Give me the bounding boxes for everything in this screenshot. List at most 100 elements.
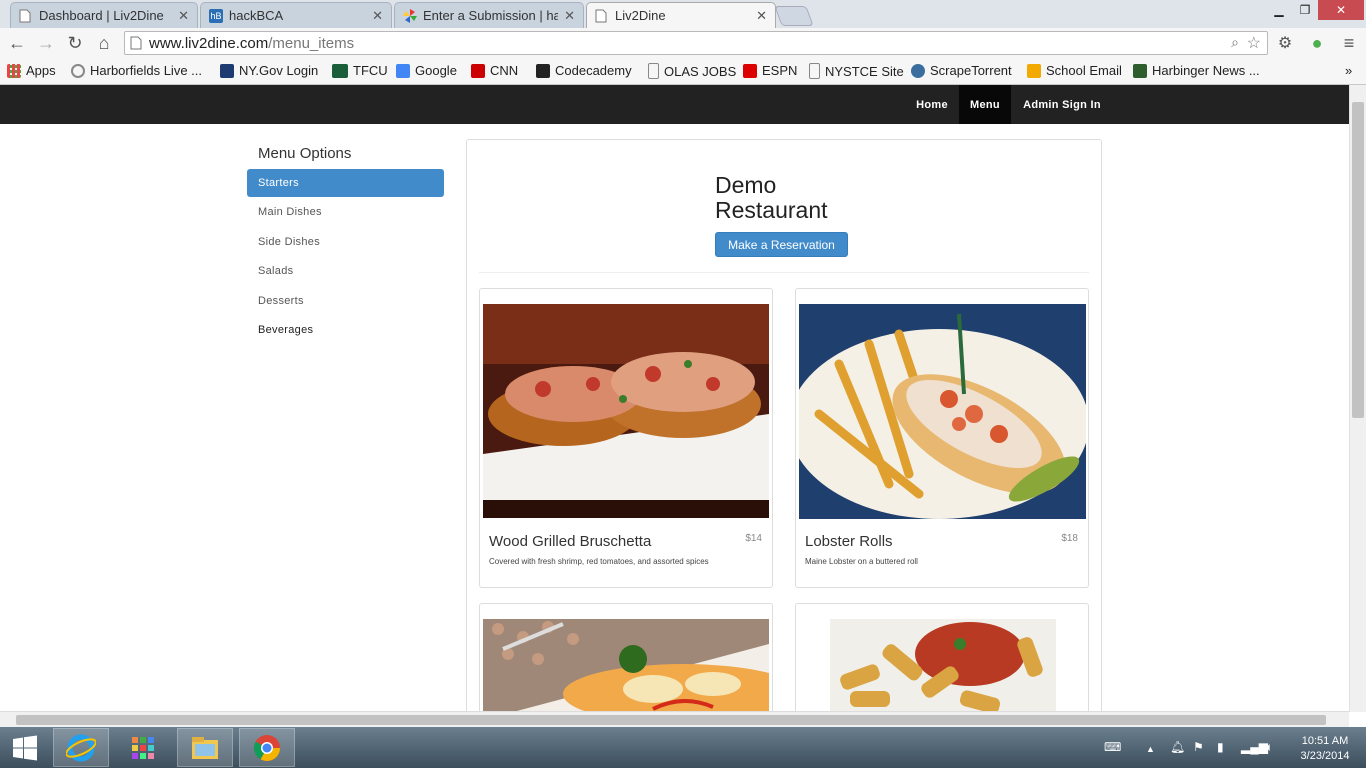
close-icon[interactable]: ✕ [756,8,767,24]
home-button[interactable]: ⌂ [93,32,115,54]
menu-item-name: Wood Grilled Bruschetta [489,533,652,550]
sidebar-item-beverages[interactable]: Beverages [247,316,444,344]
close-icon[interactable]: ✕ [372,8,383,24]
bookmarks-overflow-icon[interactable]: » [1345,63,1352,78]
bookmark-google[interactable]: Google [396,63,457,78]
keyboard-icon[interactable]: ⌨ [1104,740,1121,754]
store-icon[interactable] [115,728,171,767]
espn-icon [743,63,757,78]
sidebar-item-salads[interactable]: Salads [247,257,444,285]
volume-icon[interactable]: 🔈︎ [1266,740,1273,755]
extension-icon[interactable]: ⚙ [1274,32,1296,54]
windows-taskbar [0,727,1366,768]
taskbar-clock[interactable]: 10:51 AM 3/23/2014 [1290,734,1360,764]
network-icon[interactable]: ▂▄▆ [1241,740,1268,754]
sidebar-title: Menu Options [258,145,352,162]
chrome-icon[interactable] [239,728,295,767]
menu-item-name: Lobster Rolls [805,533,893,550]
email-icon [1027,63,1041,78]
divider [479,272,1089,273]
site-navbar: Home Menu Admin Sign In [0,85,1349,124]
tfcu-icon [332,63,348,78]
flag-icon[interactable]: ⚑ [1193,740,1204,754]
sidebar-item-main-dishes[interactable]: Main Dishes [247,198,444,226]
nav-home[interactable]: Home [906,85,958,124]
url-host: www.liv2dine.com [149,34,269,52]
menu-item-card[interactable]: Wood Grilled Bruschetta $14 Covered with… [479,288,773,588]
new-tab-button[interactable] [774,6,814,26]
nav-menu[interactable]: Menu [959,85,1011,124]
make-reservation-button[interactable]: Make a Reservation [715,232,848,257]
tab-title: Liv2Dine [615,8,666,23]
menu-item-card[interactable]: Lobster Rolls $18 Maine Lobster on a but… [795,288,1089,588]
browser-tab-liv2dine[interactable]: Liv2Dine ✕ [586,2,776,28]
evernote-icon[interactable]: ● [1306,32,1328,54]
bookmark-espn[interactable]: ESPN [743,63,797,78]
browser-tab-hackbca[interactable]: hB hackBCA ✕ [200,2,392,28]
search-icon[interactable]: ⌕ [1231,34,1239,51]
page-icon [19,9,33,23]
sidebar-item-desserts[interactable]: Desserts [247,287,444,315]
menu-item-card[interactable] [795,603,1089,723]
show-hidden-icons[interactable]: ▲ [1146,744,1155,754]
bookmark-scrapetorrent[interactable]: ScrapeTorrent [911,63,1012,78]
loading-icon [71,63,85,78]
pinwheel-icon [403,8,417,23]
hf-icon [1133,63,1147,78]
browser-tab-dashboard[interactable]: Dashboard | Liv2Dine ✕ [10,2,198,28]
sidebar-item-starters[interactable]: Starters [247,169,444,197]
close-icon[interactable]: ✕ [178,8,189,24]
bookmark-cnn[interactable]: CNN [471,63,518,78]
bookmark-apps[interactable]: Apps [7,63,56,78]
bookmark-nygov[interactable]: NY.Gov Login [220,63,318,78]
page-icon [595,9,609,23]
menu-item-description: Maine Lobster on a buttered roll [805,557,918,566]
codecademy-icon [536,63,550,78]
bookmark-harborfields[interactable]: Harborfields Live ... [71,63,202,78]
menu-item-description: Covered with fresh shrimp, red tomatoes,… [489,557,709,566]
nav-admin-sign-in[interactable]: Admin Sign In [1013,85,1111,124]
horizontal-scroll-thumb[interactable] [16,715,1326,725]
sidebar-item-side-dishes[interactable]: Side Dishes [247,228,444,256]
url-path: /menu_items [268,34,355,52]
page-icon [130,36,142,54]
power-icon[interactable]: ▮ [1217,740,1224,754]
menu-item-price: $18 [1061,533,1078,544]
internet-explorer-icon[interactable] [53,728,109,767]
restore-button[interactable]: ❐ [1292,0,1318,20]
file-explorer-icon[interactable] [177,728,233,767]
notification-icon[interactable]: 🔔︎ [1170,740,1185,754]
minimize-button[interactable]: ▁ [1266,0,1292,20]
back-button[interactable]: ← [6,32,28,54]
clock-time: 10:51 AM [1301,735,1349,747]
vertical-scrollbar[interactable] [1349,85,1366,712]
page-icon [648,63,659,79]
pasta-photo [483,619,769,712]
chrome-menu-icon[interactable]: ≡ [1338,32,1360,54]
hackbca-icon: hB [209,8,223,23]
horizontal-scrollbar[interactable] [0,711,1349,727]
restaurant-name: Demo Restaurant [715,172,828,223]
vertical-scroll-thumb[interactable] [1352,102,1364,418]
lobster-roll-photo [799,304,1086,519]
bookmark-nystce[interactable]: NYSTCE Site [809,63,904,79]
clock-date: 3/23/2014 [1300,750,1350,762]
close-window-button[interactable]: ✕ [1318,0,1364,20]
browser-tab-submission[interactable]: Enter a Submission | ha ✕ [394,2,584,28]
bookmark-harbinger[interactable]: Harbinger News ... [1133,63,1260,78]
menu-item-price: $14 [745,533,762,544]
menu-item-card[interactable] [479,603,773,723]
bookmark-tfcu[interactable]: TFCU [332,63,388,78]
star-icon[interactable]: ☆ [1247,33,1261,53]
address-bar[interactable]: www.liv2dine.com/menu_items ⌕ ☆ [124,31,1268,55]
forward-button[interactable]: → [35,32,57,54]
bookmark-codecademy[interactable]: Codecademy [536,63,632,78]
reload-button[interactable]: ↻ [64,32,86,54]
tab-title: Dashboard | Liv2Dine [39,8,164,23]
bookmark-olas[interactable]: OLAS JOBS [648,63,736,79]
bookmark-school-email[interactable]: School Email [1027,63,1122,78]
ny-icon [220,63,234,78]
close-icon[interactable]: ✕ [564,8,575,24]
windows-start-icon[interactable] [0,728,50,767]
apps-grid-icon [7,63,21,78]
